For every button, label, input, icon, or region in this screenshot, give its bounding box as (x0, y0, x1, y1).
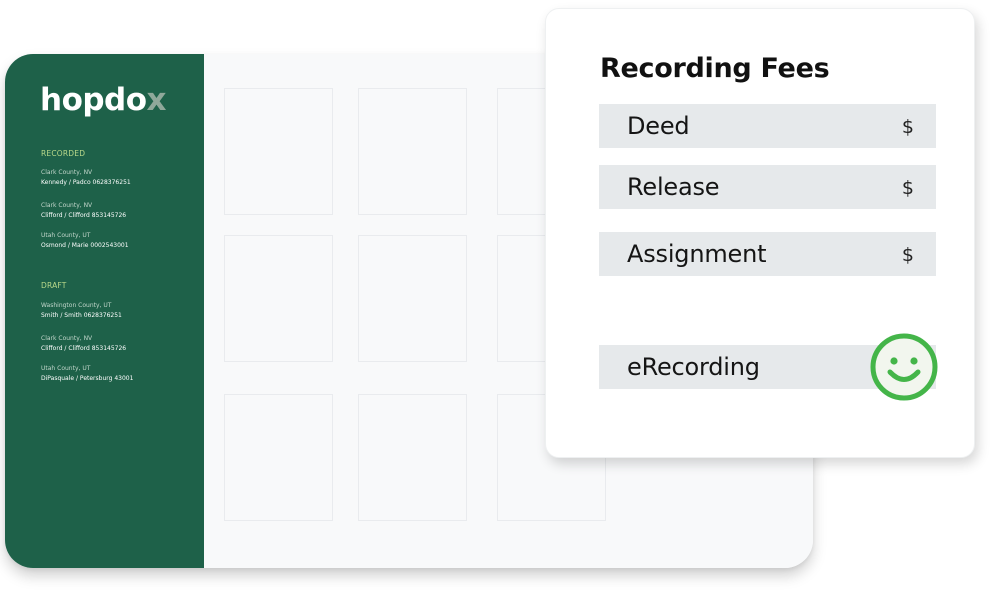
doc-county: Clark County, NV (41, 169, 93, 176)
sidebar-doc-item[interactable]: Clark County, NV Clifford / Clifford 853… (41, 334, 126, 354)
document-thumbnail[interactable] (224, 235, 333, 362)
doc-name: Clifford / Clifford 853145726 (41, 212, 127, 219)
recording-fees-card: Recording Fees Deed $ Release $ Assignme… (545, 8, 975, 458)
sidebar-doc-item[interactable]: Clark County, NV Kennedy / Padco 0628376… (41, 168, 131, 188)
doc-name: DiPasquale / Petersburg 43001 (41, 375, 134, 382)
sidebar-doc-item[interactable]: Utah County, UT Osmond / Marie 000254300… (41, 231, 129, 251)
fee-row-release[interactable]: Release $ (599, 165, 936, 209)
logo-text: hopdo (40, 82, 147, 118)
fee-label: Release (627, 173, 720, 201)
sidebar-doc-item[interactable]: Clark County, NV Clifford / Clifford 853… (41, 201, 126, 221)
doc-name: Clifford / Clifford 853145726 (41, 345, 127, 352)
sidebar-doc-item[interactable]: Utah County, UT DiPasquale / Petersburg … (41, 364, 133, 384)
document-thumbnail[interactable] (224, 394, 333, 521)
section-label-recorded: RECORDED (41, 149, 86, 158)
hopdox-logo: hopdox (40, 82, 167, 118)
fee-label: eRecording (627, 353, 760, 381)
fee-row-assignment[interactable]: Assignment $ (599, 232, 936, 276)
doc-county: Utah County, UT (41, 232, 91, 239)
fees-title: Recording Fees (600, 53, 830, 84)
doc-county: Washington County, UT (41, 302, 112, 309)
fee-label: Deed (627, 112, 690, 140)
fee-row-deed[interactable]: Deed $ (599, 104, 936, 148)
document-thumbnail[interactable] (358, 235, 467, 362)
doc-name: Smith / Smith 0628376251 (41, 312, 122, 319)
doc-county: Clark County, NV (41, 335, 93, 342)
dollar-icon: $ (901, 244, 914, 267)
doc-county: Clark County, NV (41, 202, 93, 209)
document-thumbnail[interactable] (358, 88, 467, 215)
sidebar-doc-item[interactable]: Washington County, UT Smith / Smith 0628… (41, 301, 122, 321)
smiley-icon (870, 333, 938, 401)
doc-name: Osmond / Marie 0002543001 (41, 242, 129, 249)
dollar-icon: $ (901, 116, 914, 139)
fee-label: Assignment (627, 240, 767, 268)
sidebar: hopdox RECORDED Clark County, NV Kennedy… (5, 54, 204, 568)
document-thumbnail[interactable] (358, 394, 467, 521)
dollar-icon: $ (901, 177, 914, 200)
doc-name: Kennedy / Padco 0628376251 (41, 179, 131, 186)
logo-accent: x (146, 82, 167, 118)
section-label-draft: DRAFT (41, 281, 67, 290)
document-thumbnail[interactable] (224, 88, 333, 215)
doc-county: Utah County, UT (41, 365, 91, 372)
